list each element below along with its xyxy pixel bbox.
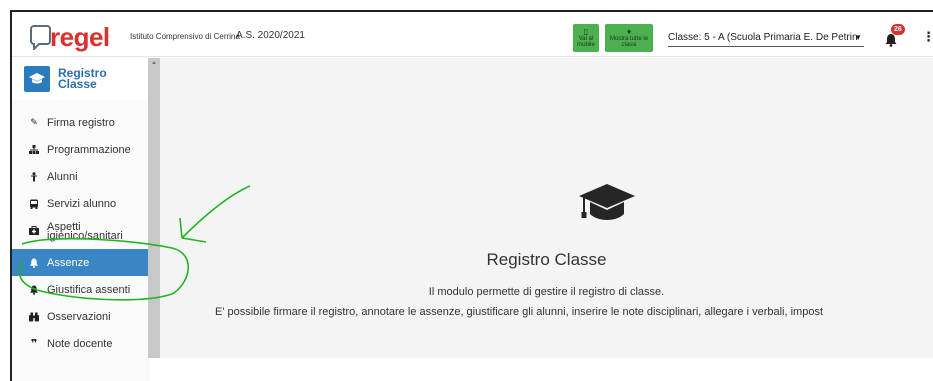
- sidebar-item-assenze[interactable]: Assenze: [12, 249, 150, 276]
- graduation-cap-icon: [24, 66, 50, 92]
- sidebar-item-label: Giustifica assenti: [47, 283, 131, 296]
- go-to-mobile-label: Vai al mobile: [577, 36, 595, 48]
- sidebar-item-programmazione[interactable]: Programmazione: [12, 136, 150, 163]
- sidebar-title: Registro Classe: [58, 66, 107, 91]
- logo-mark-icon: [30, 25, 51, 50]
- sidebar-item-label: Firma registro: [47, 116, 115, 129]
- school-name: Istituto Comprensivo di Cerrina: [130, 32, 240, 41]
- sidebar-item-label: Osservazioni: [47, 310, 111, 323]
- class-select-label: Classe:: [668, 32, 702, 43]
- go-to-mobile-button[interactable]: ▯ Vai al mobile: [573, 24, 599, 52]
- sidebar-item-note-docente[interactable]: ❞ Note docente: [12, 330, 150, 357]
- binoculars-icon: [29, 312, 39, 322]
- more-options-icon[interactable]: ⋮: [922, 30, 933, 43]
- sitemap-icon: [29, 144, 39, 155]
- sidebar-item-label: Programmazione: [47, 143, 131, 156]
- edit-icon: ✎: [30, 117, 38, 127]
- class-select[interactable]: Classe: 5 - A (Scuola Primaria E. De Pet…: [668, 32, 864, 47]
- regel-logo[interactable]: regel: [30, 22, 110, 50]
- sidebar-menu: ✎ Firma registro Programmazione Alunni S…: [12, 109, 150, 357]
- main-content: Registro Classe Il modulo permette di ge…: [160, 58, 933, 358]
- show-all-classes-button[interactable]: ♦ Mostra tutte le classi: [605, 24, 653, 52]
- bell-icon: [29, 258, 39, 268]
- map-marker-icon: ♦: [626, 27, 632, 36]
- logo-text: regel: [50, 22, 110, 52]
- bus-icon: [29, 199, 39, 209]
- page-description-details: E' possibile firmare il registro, annota…: [215, 306, 823, 318]
- notifications-bell-icon[interactable]: [884, 33, 898, 47]
- child-icon: [29, 171, 39, 182]
- sidebar-item-label: Alunni: [47, 170, 78, 183]
- sidebar: Registro Classe ✎ Firma registro Program…: [12, 58, 150, 381]
- sidebar-item-alunni[interactable]: Alunni: [12, 163, 150, 190]
- sidebar-item-servizi-alunno[interactable]: Servizi alunno: [12, 190, 150, 217]
- page-title: Registro Classe: [486, 250, 607, 269]
- sidebar-item-label: Note docente: [47, 337, 113, 350]
- sidebar-item-aspetti-igienico-sanitari[interactable]: Aspetti igienico/sanitari: [12, 217, 150, 249]
- sidebar-item-label: Servizi alunno: [47, 197, 117, 210]
- sidebar-header: Registro Classe: [12, 58, 150, 100]
- bell-icon: [29, 285, 39, 295]
- show-all-classes-label: Mostra tutte le classi: [609, 36, 648, 48]
- sidebar-scrollbar[interactable]: [148, 58, 160, 358]
- mobile-icon: ▯: [583, 27, 589, 36]
- sidebar-item-firma-registro[interactable]: ✎ Firma registro: [12, 109, 150, 136]
- medkit-icon: [29, 226, 39, 236]
- top-header: regel Istituto Comprensivo di Cerrina A.…: [12, 12, 933, 57]
- sidebar-item-giustifica-assenti[interactable]: Giustifica assenti: [12, 276, 150, 303]
- chevron-down-icon: ▼: [854, 33, 862, 42]
- page-description: Il modulo permette di gestire il registr…: [428, 286, 665, 298]
- class-select-value: 5 - A (Scuola Primaria E. De Petrin: [704, 32, 858, 43]
- quote-icon: ❞: [30, 338, 38, 350]
- school-year: A.S. 2020/2021: [236, 30, 305, 41]
- sidebar-item-osservazioni[interactable]: Osservazioni: [12, 303, 150, 330]
- graduation-cap-icon: [579, 184, 635, 220]
- sidebar-item-label: Assenze: [47, 256, 90, 269]
- sidebar-item-label: Aspetti igienico/sanitari: [47, 221, 123, 242]
- app-frame: regel Istituto Comprensivo di Cerrina A.…: [10, 10, 933, 381]
- notification-count-badge: 26: [891, 24, 905, 35]
